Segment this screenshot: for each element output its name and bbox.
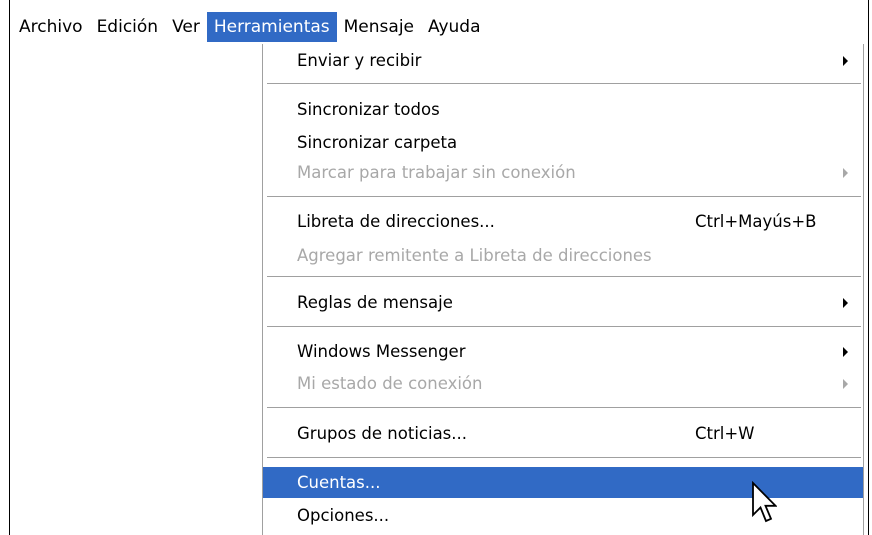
menu-item-label: Reglas de mensaje [297, 293, 453, 312]
menu-bar: Archivo Edición Ver Herramientas Mensaje… [10, 10, 650, 44]
menu-ver[interactable]: Ver [165, 12, 207, 42]
menu-item-label: Opciones... [297, 506, 390, 525]
menu-separator [267, 196, 861, 198]
menu-item-libreta-de-direcciones[interactable]: Libreta de direcciones... Ctrl+Mayús+B [263, 206, 863, 237]
menu-item-label: Enviar y recibir [297, 51, 422, 70]
menu-item-label: Mi estado de conexión [297, 374, 483, 393]
menu-separator [267, 83, 861, 85]
menu-herramientas[interactable]: Herramientas [206, 12, 337, 42]
menu-item-label: Sincronizar todos [297, 100, 440, 119]
menu-item-marcar-sin-conexion: Marcar para trabajar sin conexión [263, 157, 863, 188]
menu-item-agregar-remitente: Agregar remitente a Libreta de direccion… [263, 240, 863, 271]
submenu-arrow-icon [843, 168, 848, 178]
submenu-arrow-icon [843, 56, 848, 66]
menu-item-label: Grupos de noticias... [297, 424, 468, 443]
submenu-arrow-icon [843, 298, 848, 308]
menu-item-sincronizar-carpeta[interactable]: Sincronizar carpeta [263, 127, 863, 158]
herramientas-dropdown-menu: Enviar y recibir Sincronizar todos Sincr… [262, 44, 864, 535]
menu-separator [267, 276, 861, 278]
menu-mensaje[interactable]: Mensaje [337, 12, 421, 42]
menu-item-enviar-y-recibir[interactable]: Enviar y recibir [263, 45, 863, 76]
submenu-arrow-icon [843, 347, 848, 357]
menu-item-label: Sincronizar carpeta [297, 133, 458, 152]
menu-item-grupos-de-noticias[interactable]: Grupos de noticias... Ctrl+W [263, 418, 863, 449]
menu-item-shortcut: Ctrl+W [695, 424, 755, 443]
menu-edicion[interactable]: Edición [90, 12, 166, 42]
menu-item-mi-estado-de-conexion: Mi estado de conexión [263, 368, 863, 399]
menu-ayuda[interactable]: Ayuda [421, 12, 488, 42]
menu-item-label: Cuentas... [297, 473, 381, 492]
menu-separator [267, 457, 861, 459]
menu-item-label: Libreta de direcciones... [297, 212, 495, 231]
menu-item-label: Windows Messenger [297, 342, 466, 361]
menu-separator [267, 407, 861, 409]
menu-separator [267, 326, 861, 328]
arrow-pointer-icon [752, 481, 777, 523]
menu-item-shortcut: Ctrl+Mayús+B [695, 212, 817, 231]
menu-item-sincronizar-todos[interactable]: Sincronizar todos [263, 94, 863, 125]
menu-archivo[interactable]: Archivo [10, 12, 90, 42]
menu-item-windows-messenger[interactable]: Windows Messenger [263, 336, 863, 367]
menu-item-label: Agregar remitente a Libreta de direccion… [297, 246, 652, 265]
submenu-arrow-icon [843, 379, 848, 389]
menu-item-label: Marcar para trabajar sin conexión [297, 163, 576, 182]
menu-item-reglas-de-mensaje[interactable]: Reglas de mensaje [263, 287, 863, 318]
